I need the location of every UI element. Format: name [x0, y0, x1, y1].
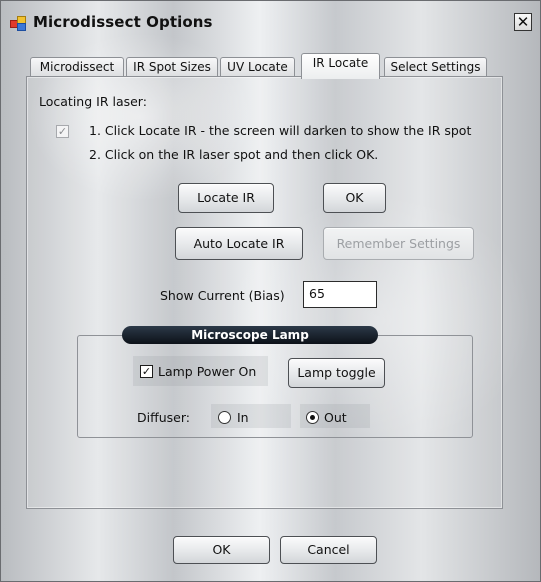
step1-checkbox[interactable]: ✓ — [56, 125, 69, 138]
diffuser-label: Diffuser: — [137, 410, 190, 425]
microscope-lamp-title: Microscope Lamp — [122, 326, 378, 344]
lamp-power-checkbox[interactable]: ✓ — [140, 365, 153, 378]
tab-ir-locate[interactable]: IR Locate — [301, 53, 380, 79]
tab-uv-locate[interactable]: UV Locate — [220, 57, 295, 77]
locate-ir-button[interactable]: Locate IR — [178, 183, 274, 213]
diffuser-out-label: Out — [324, 410, 347, 425]
ok-button[interactable]: OK — [173, 536, 270, 564]
ok-inner-button[interactable]: OK — [323, 183, 386, 213]
tab-ir-spot-sizes[interactable]: IR Spot Sizes — [126, 57, 218, 77]
tab-select-settings[interactable]: Select Settings — [384, 57, 487, 77]
diffuser-in-label: In — [237, 410, 249, 425]
close-icon[interactable]: ✕ — [514, 13, 532, 31]
tab-microdissect[interactable]: Microdissect — [30, 57, 124, 77]
show-current-label: Show Current (Bias) — [160, 288, 285, 303]
cancel-button[interactable]: Cancel — [280, 536, 377, 564]
locating-ir-heading: Locating IR laser: — [39, 94, 147, 109]
window-title: Microdissect Options — [33, 13, 213, 31]
step1-text: 1. Click Locate IR - the screen will dar… — [89, 123, 472, 138]
lamp-toggle-button[interactable]: Lamp toggle — [288, 358, 385, 388]
step2-text: 2. Click on the IR laser spot and then c… — [89, 147, 379, 162]
app-icon — [10, 16, 26, 31]
title-bar[interactable]: Microdissect Options ✕ — [1, 1, 540, 43]
diffuser-in-radio[interactable] — [218, 411, 231, 424]
show-current-input[interactable]: 65 — [303, 281, 377, 308]
lamp-power-label: Lamp Power On — [158, 364, 257, 379]
remember-settings-button[interactable]: Remember Settings — [323, 227, 474, 260]
microdissect-options-dialog: Microdissect Options ✕ Microdissect IR S… — [0, 0, 541, 582]
diffuser-out-radio[interactable] — [306, 411, 319, 424]
auto-locate-ir-button[interactable]: Auto Locate IR — [175, 227, 303, 260]
